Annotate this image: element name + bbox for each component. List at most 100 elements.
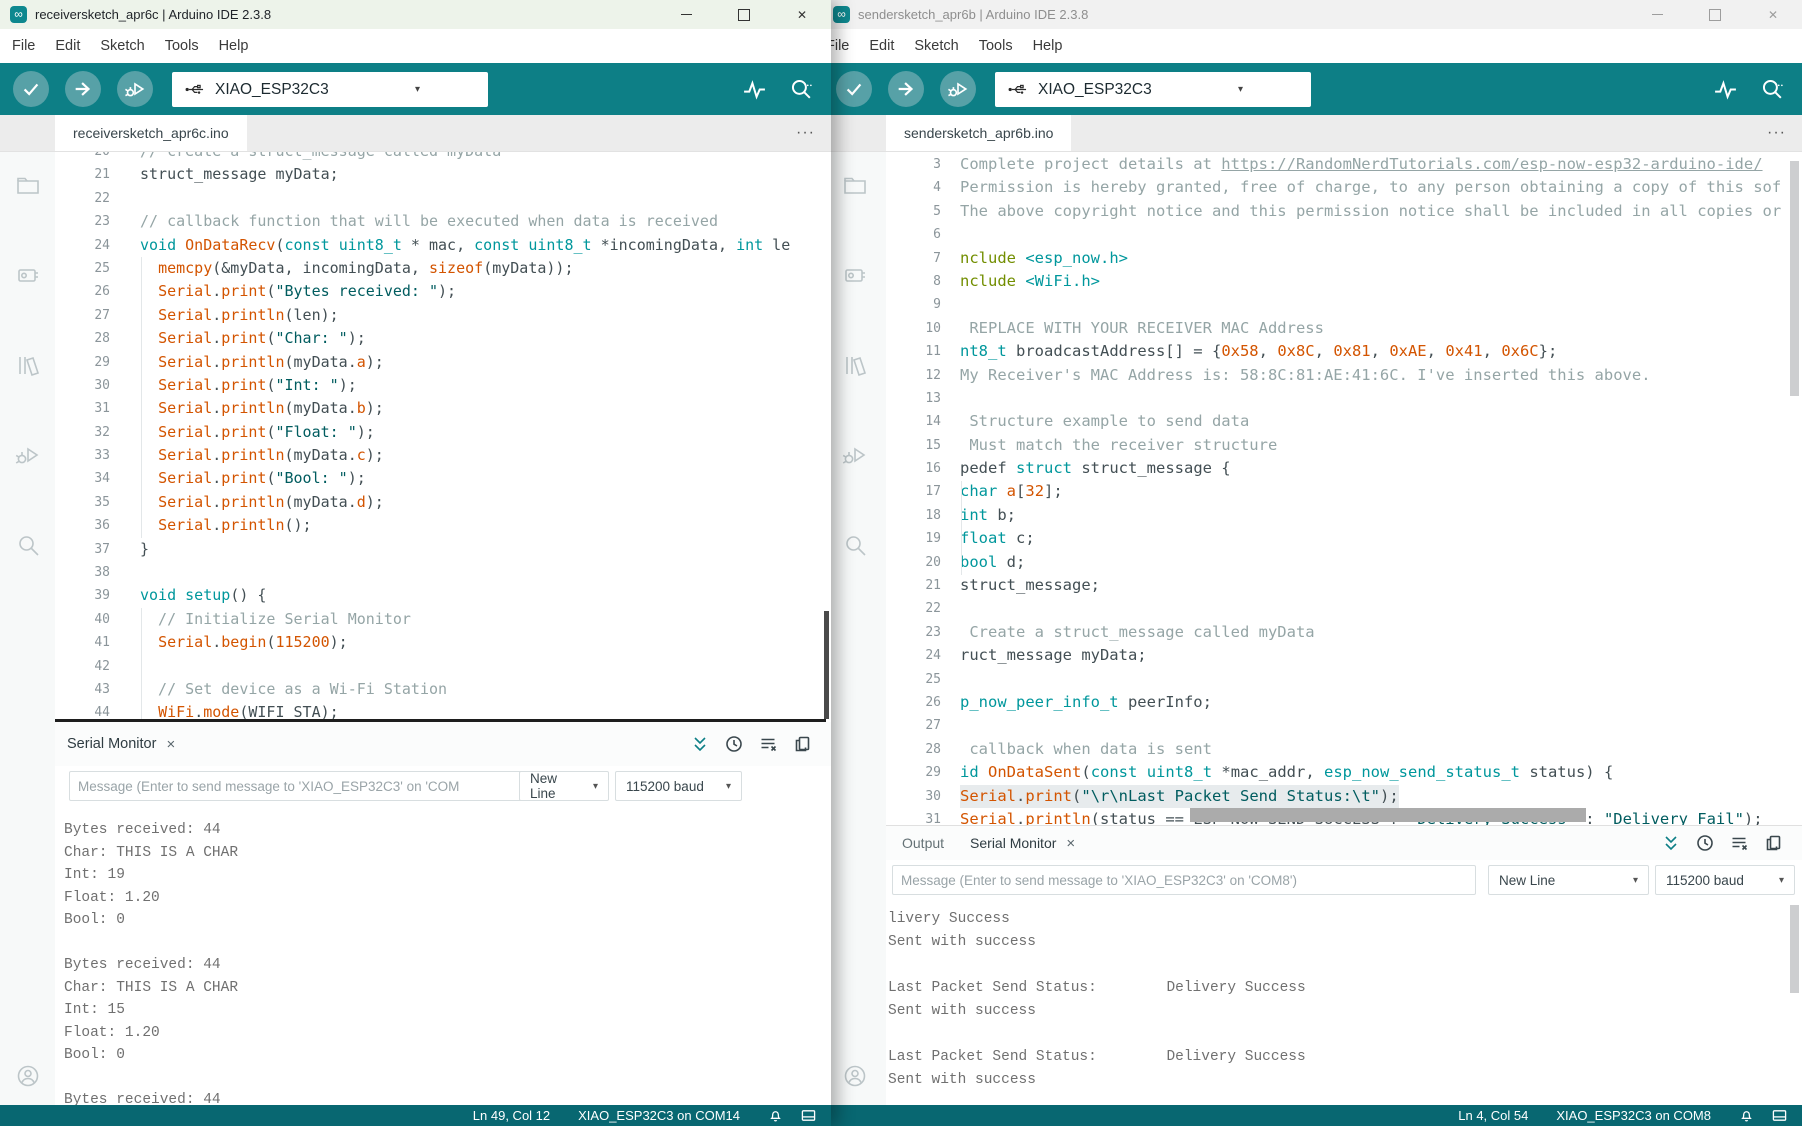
code-line[interactable]: 18 int b; — [886, 504, 1802, 527]
code-line[interactable]: 30 Serial.print("Int: "); — [55, 374, 831, 397]
code-text[interactable]: } — [140, 538, 149, 561]
code-text[interactable]: ruct_message myData; — [960, 644, 1147, 667]
close-panel-icon[interactable]: × — [166, 736, 175, 753]
code-text[interactable]: nt8_t broadcastAddress[] = {0x58, 0x8C, … — [960, 340, 1557, 363]
code-line[interactable]: 4 Permission is hereby granted, free of c… — [886, 176, 1802, 199]
code-line[interactable]: 42 — [55, 655, 831, 678]
code-text[interactable]: Serial.print("Bytes received: "); — [140, 280, 456, 303]
search-icon[interactable] — [842, 532, 868, 558]
code-line[interactable]: 28 callback when data is sent — [886, 738, 1802, 761]
verify-button[interactable] — [13, 71, 49, 107]
editor-horizontal-scrollbar[interactable] — [1190, 808, 1586, 822]
menu-item-tools[interactable]: Tools — [155, 38, 209, 54]
account-icon[interactable] — [842, 1063, 868, 1089]
minimize-button[interactable] — [1628, 0, 1686, 29]
serial-message-input[interactable] — [69, 771, 588, 801]
code-line[interactable]: 30 Serial.print("\r\nLast Packet Send Sta… — [886, 784, 1802, 808]
code-line[interactable]: 44 WiFi.mode(WIFI_STA); — [55, 701, 831, 719]
board-selector[interactable]: XIAO_ESP32C3 ▾ — [995, 72, 1311, 107]
code-text[interactable]: Serial.print("Int: "); — [140, 374, 357, 397]
code-line[interactable]: 29 Serial.println(myData.a); — [55, 351, 831, 374]
line-ending-select[interactable]: New Line ▾ — [1488, 865, 1649, 895]
code-text[interactable]: Create a struct_message called myData — [960, 621, 1314, 644]
code-text[interactable]: Complete project details at https://Rand… — [960, 153, 1763, 176]
board-selector[interactable]: XIAO_ESP32C3 ▾ — [172, 72, 488, 107]
sketchbook-icon[interactable] — [15, 172, 41, 198]
code-text[interactable]: callback when data is sent — [960, 738, 1212, 761]
notifications-bell-icon[interactable] — [768, 1108, 783, 1123]
code-line[interactable]: 20 bool d; — [886, 551, 1802, 574]
serial-monitor-output[interactable]: livery Success Sent with success Last Pac… — [886, 900, 1790, 1105]
boards-manager-icon[interactable] — [842, 262, 868, 288]
debug-button[interactable] — [117, 71, 153, 107]
serial-monitor-output[interactable]: Bytes received: 44 Char: THIS IS A CHAR In… — [55, 806, 825, 1105]
code-line[interactable]: 22 — [55, 187, 831, 210]
account-icon[interactable] — [15, 1063, 41, 1089]
code-text[interactable]: Serial.println(len); — [140, 304, 339, 327]
toggle-panel-icon[interactable] — [801, 1108, 816, 1123]
cursor-position[interactable]: Ln 49, Col 12 — [473, 1108, 550, 1123]
code-line[interactable]: 16 pedef struct struct_message { — [886, 457, 1802, 480]
code-text[interactable]: p_now_peer_info_t peerInfo; — [960, 691, 1212, 714]
code-text[interactable]: float c; — [960, 527, 1035, 550]
serial-monitor-icon[interactable] — [789, 77, 814, 102]
code-line[interactable]: 31 Serial.println(myData.b); — [55, 397, 831, 420]
debug-sidebar-icon[interactable] — [842, 442, 868, 468]
code-line[interactable]: 23 Create a struct_message called myData — [886, 621, 1802, 644]
code-line[interactable]: 27 Serial.println(len); — [55, 304, 831, 327]
serial-monitor-icon[interactable] — [1760, 77, 1785, 102]
code-line[interactable]: 15 Must match the receiver structure — [886, 434, 1802, 457]
copy-output-icon[interactable] — [793, 735, 811, 753]
tab-output[interactable]: Output — [902, 835, 944, 851]
code-line[interactable]: 6 — [886, 223, 1802, 246]
code-line[interactable]: 8 nclude <WiFi.h> — [886, 270, 1802, 293]
tab-sendersketch[interactable]: sendersketch_apr6b.ino — [886, 115, 1072, 151]
code-line[interactable]: 21 struct_message; — [886, 574, 1802, 597]
code-line[interactable]: 3 Complete project details at https://Ran… — [886, 153, 1802, 176]
code-line[interactable]: 26 p_now_peer_info_t peerInfo; — [886, 691, 1802, 714]
code-text[interactable]: Serial.println(); — [140, 514, 312, 537]
code-text[interactable]: Permission is hereby granted, free of ch… — [960, 176, 1781, 199]
code-text[interactable]: struct_message; — [960, 574, 1100, 597]
menu-item-help[interactable]: Help — [209, 38, 259, 54]
upload-button[interactable] — [65, 71, 101, 107]
serial-plotter-icon[interactable] — [1713, 77, 1738, 102]
code-text[interactable]: Serial.println(myData.d); — [140, 491, 384, 514]
code-text[interactable]: Must match the receiver structure — [960, 434, 1277, 457]
code-line[interactable]: 40 // Initialize Serial Monitor — [55, 608, 831, 631]
code-text[interactable]: id OnDataSent(const uint8_t *mac_addr, e… — [960, 761, 1613, 784]
code-line[interactable]: 24 ruct_message myData; — [886, 644, 1802, 667]
code-text[interactable]: Serial.begin(115200); — [140, 631, 348, 654]
editor-vertical-scrollbar[interactable] — [824, 611, 829, 719]
code-line[interactable]: 41 Serial.begin(115200); — [55, 631, 831, 654]
code-line[interactable]: 33 Serial.println(myData.c); — [55, 444, 831, 467]
code-text[interactable]: void setup() { — [140, 584, 266, 607]
baud-rate-select[interactable]: 115200 baud ▾ — [615, 771, 742, 801]
code-text[interactable]: Serial.println(myData.a); — [140, 351, 384, 374]
code-text[interactable]: Serial.print("\r\nLast Packet Send Statu… — [960, 784, 1399, 808]
baud-rate-select[interactable]: 115200 baud ▾ — [1655, 865, 1795, 895]
output-vertical-scrollbar[interactable] — [1790, 905, 1799, 993]
timestamp-icon[interactable] — [725, 735, 743, 753]
code-line[interactable]: 34 Serial.print("Bool: "); — [55, 467, 831, 490]
code-line[interactable]: 27 — [886, 714, 1802, 737]
code-line[interactable]: 28 Serial.print("Char: "); — [55, 327, 831, 350]
panel-resize-sash[interactable] — [55, 719, 826, 722]
code-line[interactable]: 20 // create a struct_message called myDa… — [55, 152, 831, 163]
code-line[interactable]: 26 Serial.print("Bytes received: "); — [55, 280, 831, 303]
tab-overflow-menu[interactable]: ··· — [1767, 115, 1786, 151]
code-text[interactable]: char a[32]; — [960, 480, 1063, 503]
menu-item-edit[interactable]: Edit — [45, 38, 90, 54]
search-icon[interactable] — [15, 532, 41, 558]
code-text[interactable]: nclude <esp_now.h> — [960, 247, 1128, 270]
cursor-position[interactable]: Ln 4, Col 54 — [1458, 1108, 1528, 1123]
code-text[interactable]: bool d; — [960, 551, 1025, 574]
code-line[interactable]: 23 // callback function that will be exec… — [55, 210, 831, 233]
code-line[interactable]: 37} — [55, 538, 831, 561]
code-text[interactable]: // callback function that will be execut… — [140, 210, 718, 233]
code-editor[interactable]: 3 Complete project details at https://Ran… — [886, 152, 1802, 825]
code-line[interactable]: 35 Serial.println(myData.d); — [55, 491, 831, 514]
close-panel-icon[interactable]: × — [1066, 835, 1075, 852]
maximize-button[interactable] — [1686, 0, 1744, 29]
menu-item-sketch[interactable]: Sketch — [904, 38, 968, 54]
